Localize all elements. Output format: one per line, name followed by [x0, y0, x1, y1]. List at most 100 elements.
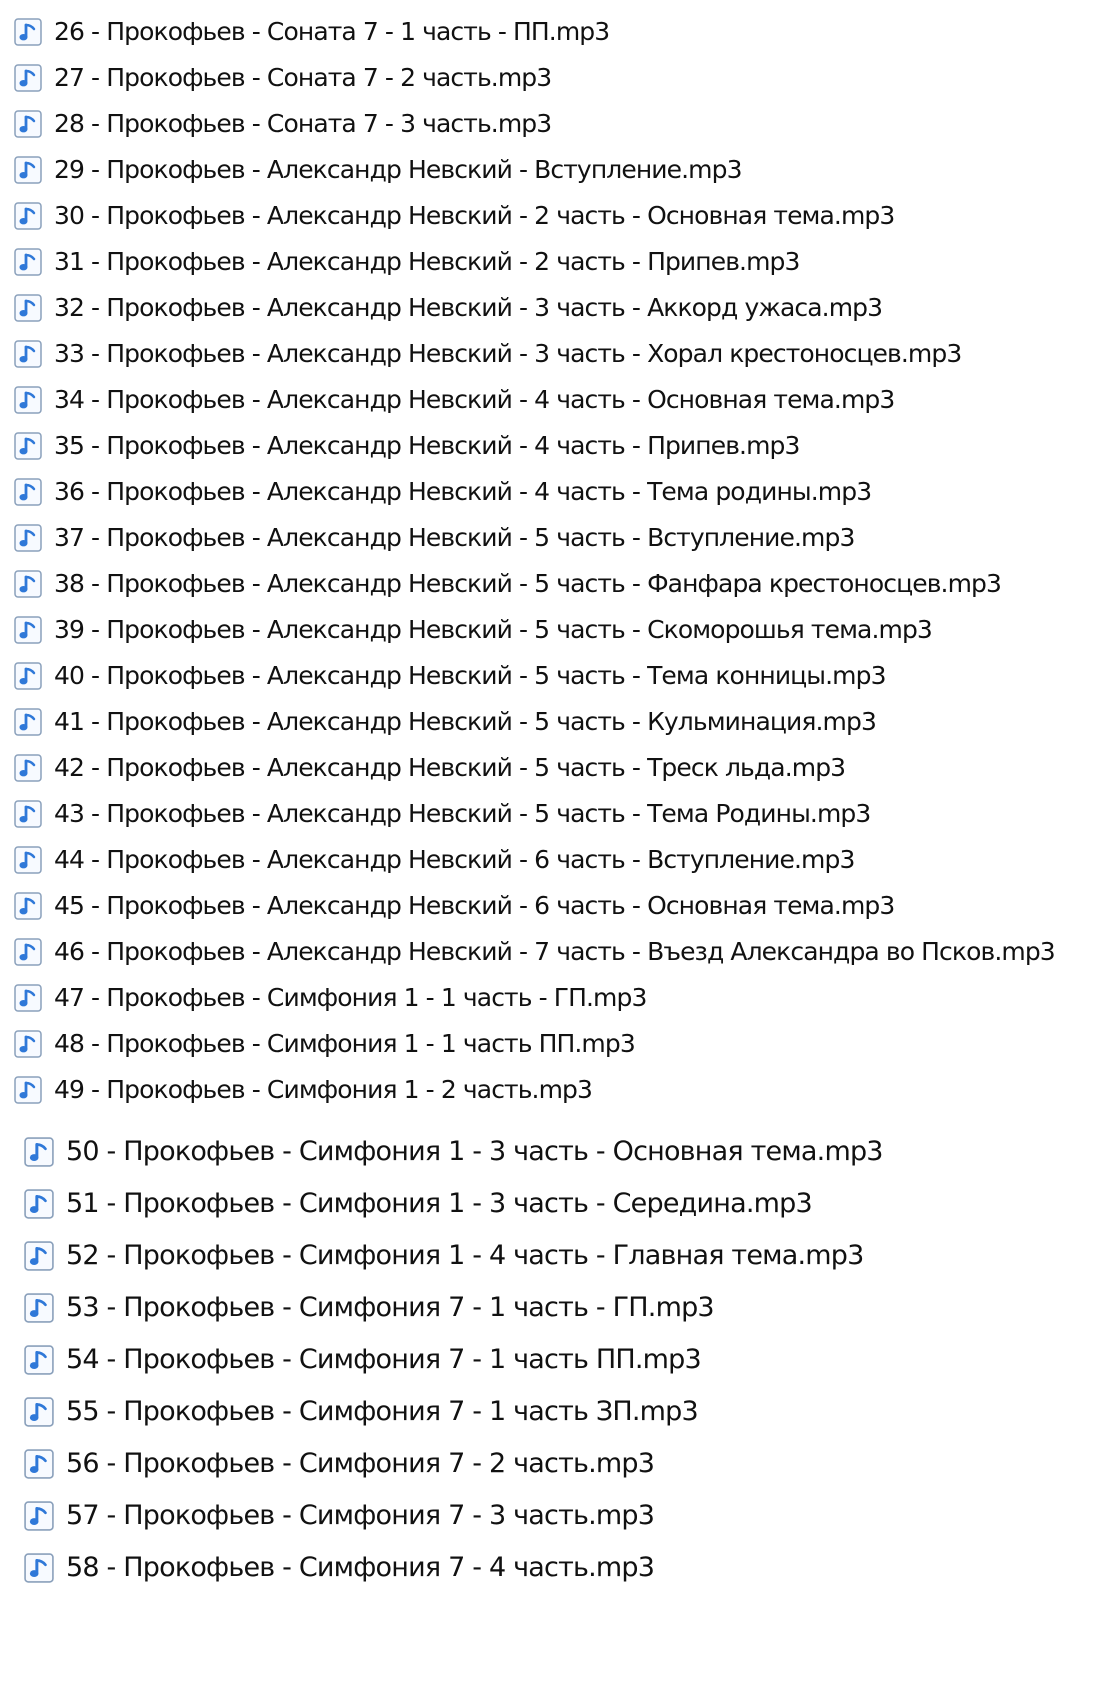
audio-file-icon: [14, 156, 42, 184]
file-name: 26 - Прокофьев - Соната 7 - 1 часть - ПП…: [54, 17, 610, 46]
audio-file-icon: [14, 248, 42, 276]
file-name: 32 - Прокофьев - Александр Невский - 3 ч…: [54, 293, 883, 322]
audio-file-icon: [14, 892, 42, 920]
file-name: 29 - Прокофьев - Александр Невский - Вст…: [54, 155, 742, 184]
audio-file-icon: [14, 386, 42, 414]
file-name: 39 - Прокофьев - Александр Невский - 5 ч…: [54, 615, 933, 644]
audio-file-icon: [14, 340, 42, 368]
file-item[interactable]: 51 - Прокофьев - Симфония 1 - 3 часть - …: [24, 1184, 813, 1224]
audio-file-icon: [14, 800, 42, 828]
file-name: 56 - Прокофьев - Симфония 7 - 2 часть.mp…: [66, 1448, 655, 1479]
file-name: 44 - Прокофьев - Александр Невский - 6 ч…: [54, 845, 855, 874]
file-item[interactable]: 42 - Прокофьев - Александр Невский - 5 ч…: [14, 748, 846, 788]
file-name: 47 - Прокофьев - Симфония 1 - 1 часть - …: [54, 983, 647, 1012]
file-item[interactable]: 56 - Прокофьев - Симфония 7 - 2 часть.mp…: [24, 1444, 655, 1484]
file-item[interactable]: 28 - Прокофьев - Соната 7 - 3 часть.mp3: [14, 104, 552, 144]
file-name: 37 - Прокофьев - Александр Невский - 5 ч…: [54, 523, 855, 552]
audio-file-icon: [14, 18, 42, 46]
file-item[interactable]: 45 - Прокофьев - Александр Невский - 6 ч…: [14, 886, 895, 926]
file-name: 40 - Прокофьев - Александр Невский - 5 ч…: [54, 661, 887, 690]
file-name: 55 - Прокофьев - Симфония 7 - 1 часть ЗП…: [66, 1396, 699, 1427]
audio-file-icon: [14, 294, 42, 322]
file-item[interactable]: 47 - Прокофьев - Симфония 1 - 1 часть - …: [14, 978, 647, 1018]
file-name: 43 - Прокофьев - Александр Невский - 5 ч…: [54, 799, 871, 828]
file-name: 58 - Прокофьев - Симфония 7 - 4 часть.mp…: [66, 1552, 655, 1583]
file-item[interactable]: 31 - Прокофьев - Александр Невский - 2 ч…: [14, 242, 800, 282]
file-name: 30 - Прокофьев - Александр Невский - 2 ч…: [54, 201, 895, 230]
audio-file-icon: [24, 1189, 54, 1219]
file-name: 53 - Прокофьев - Симфония 7 - 1 часть - …: [66, 1292, 715, 1323]
file-name: 27 - Прокофьев - Соната 7 - 2 часть.mp3: [54, 63, 552, 92]
file-name: 42 - Прокофьев - Александр Невский - 5 ч…: [54, 753, 846, 782]
file-list: 26 - Прокофьев - Соната 7 - 1 часть - ПП…: [0, 0, 1118, 1694]
file-name: 33 - Прокофьев - Александр Невский - 3 ч…: [54, 339, 962, 368]
audio-file-icon: [14, 432, 42, 460]
file-name: 50 - Прокофьев - Симфония 1 - 3 часть - …: [66, 1136, 883, 1167]
audio-file-icon: [14, 1030, 42, 1058]
file-name: 46 - Прокофьев - Александр Невский - 7 ч…: [54, 937, 1056, 966]
file-item[interactable]: 37 - Прокофьев - Александр Невский - 5 ч…: [14, 518, 855, 558]
file-item[interactable]: 32 - Прокофьев - Александр Невский - 3 ч…: [14, 288, 883, 328]
file-item[interactable]: 53 - Прокофьев - Симфония 7 - 1 часть - …: [24, 1288, 715, 1328]
audio-file-icon: [14, 1076, 42, 1104]
file-item[interactable]: 50 - Прокофьев - Симфония 1 - 3 часть - …: [24, 1132, 883, 1172]
file-item[interactable]: 43 - Прокофьев - Александр Невский - 5 ч…: [14, 794, 871, 834]
audio-file-icon: [24, 1449, 54, 1479]
file-item[interactable]: 38 - Прокофьев - Александр Невский - 5 ч…: [14, 564, 1002, 604]
audio-file-icon: [14, 616, 42, 644]
file-name: 51 - Прокофьев - Симфония 1 - 3 часть - …: [66, 1188, 813, 1219]
file-name: 48 - Прокофьев - Симфония 1 - 1 часть ПП…: [54, 1029, 636, 1058]
audio-file-icon: [14, 202, 42, 230]
file-item[interactable]: 46 - Прокофьев - Александр Невский - 7 ч…: [14, 932, 1056, 972]
audio-file-icon: [24, 1345, 54, 1375]
file-item[interactable]: 26 - Прокофьев - Соната 7 - 1 часть - ПП…: [14, 12, 610, 52]
file-name: 38 - Прокофьев - Александр Невский - 5 ч…: [54, 569, 1002, 598]
audio-file-icon: [14, 64, 42, 92]
file-item[interactable]: 29 - Прокофьев - Александр Невский - Вст…: [14, 150, 742, 190]
audio-file-icon: [14, 754, 42, 782]
file-name: 28 - Прокофьев - Соната 7 - 3 часть.mp3: [54, 109, 552, 138]
audio-file-icon: [14, 938, 42, 966]
audio-file-icon: [14, 570, 42, 598]
file-name: 45 - Прокофьев - Александр Невский - 6 ч…: [54, 891, 895, 920]
file-item[interactable]: 41 - Прокофьев - Александр Невский - 5 ч…: [14, 702, 877, 742]
file-name: 52 - Прокофьев - Симфония 1 - 4 часть - …: [66, 1240, 864, 1271]
file-name: 31 - Прокофьев - Александр Невский - 2 ч…: [54, 247, 800, 276]
file-name: 36 - Прокофьев - Александр Невский - 4 ч…: [54, 477, 872, 506]
audio-file-icon: [24, 1501, 54, 1531]
file-item[interactable]: 30 - Прокофьев - Александр Невский - 2 ч…: [14, 196, 895, 236]
file-item[interactable]: 44 - Прокофьев - Александр Невский - 6 ч…: [14, 840, 855, 880]
audio-file-icon: [24, 1397, 54, 1427]
file-item[interactable]: 39 - Прокофьев - Александр Невский - 5 ч…: [14, 610, 933, 650]
file-name: 57 - Прокофьев - Симфония 7 - 3 часть.mp…: [66, 1500, 655, 1531]
file-item[interactable]: 54 - Прокофьев - Симфония 7 - 1 часть ПП…: [24, 1340, 702, 1380]
file-item[interactable]: 49 - Прокофьев - Симфония 1 - 2 часть.mp…: [14, 1070, 593, 1110]
file-item[interactable]: 27 - Прокофьев - Соната 7 - 2 часть.mp3: [14, 58, 552, 98]
file-name: 35 - Прокофьев - Александр Невский - 4 ч…: [54, 431, 800, 460]
audio-file-icon: [24, 1241, 54, 1271]
audio-file-icon: [24, 1293, 54, 1323]
file-item[interactable]: 35 - Прокофьев - Александр Невский - 4 ч…: [14, 426, 800, 466]
audio-file-icon: [14, 478, 42, 506]
file-item[interactable]: 55 - Прокофьев - Симфония 7 - 1 часть ЗП…: [24, 1392, 699, 1432]
audio-file-icon: [14, 708, 42, 736]
file-name: 54 - Прокофьев - Симфония 7 - 1 часть ПП…: [66, 1344, 702, 1375]
file-item[interactable]: 57 - Прокофьев - Симфония 7 - 3 часть.mp…: [24, 1496, 655, 1536]
audio-file-icon: [24, 1137, 54, 1167]
file-item[interactable]: 34 - Прокофьев - Александр Невский - 4 ч…: [14, 380, 895, 420]
file-item[interactable]: 33 - Прокофьев - Александр Невский - 3 ч…: [14, 334, 962, 374]
file-item[interactable]: 48 - Прокофьев - Симфония 1 - 1 часть ПП…: [14, 1024, 636, 1064]
file-name: 34 - Прокофьев - Александр Невский - 4 ч…: [54, 385, 895, 414]
file-name: 41 - Прокофьев - Александр Невский - 5 ч…: [54, 707, 877, 736]
audio-file-icon: [14, 984, 42, 1012]
audio-file-icon: [14, 110, 42, 138]
audio-file-icon: [24, 1553, 54, 1583]
file-name: 49 - Прокофьев - Симфония 1 - 2 часть.mp…: [54, 1075, 593, 1104]
audio-file-icon: [14, 524, 42, 552]
file-item[interactable]: 40 - Прокофьев - Александр Невский - 5 ч…: [14, 656, 887, 696]
audio-file-icon: [14, 846, 42, 874]
audio-file-icon: [14, 662, 42, 690]
file-item[interactable]: 58 - Прокофьев - Симфония 7 - 4 часть.mp…: [24, 1548, 655, 1588]
file-item[interactable]: 36 - Прокофьев - Александр Невский - 4 ч…: [14, 472, 872, 512]
file-item[interactable]: 52 - Прокофьев - Симфония 1 - 4 часть - …: [24, 1236, 864, 1276]
